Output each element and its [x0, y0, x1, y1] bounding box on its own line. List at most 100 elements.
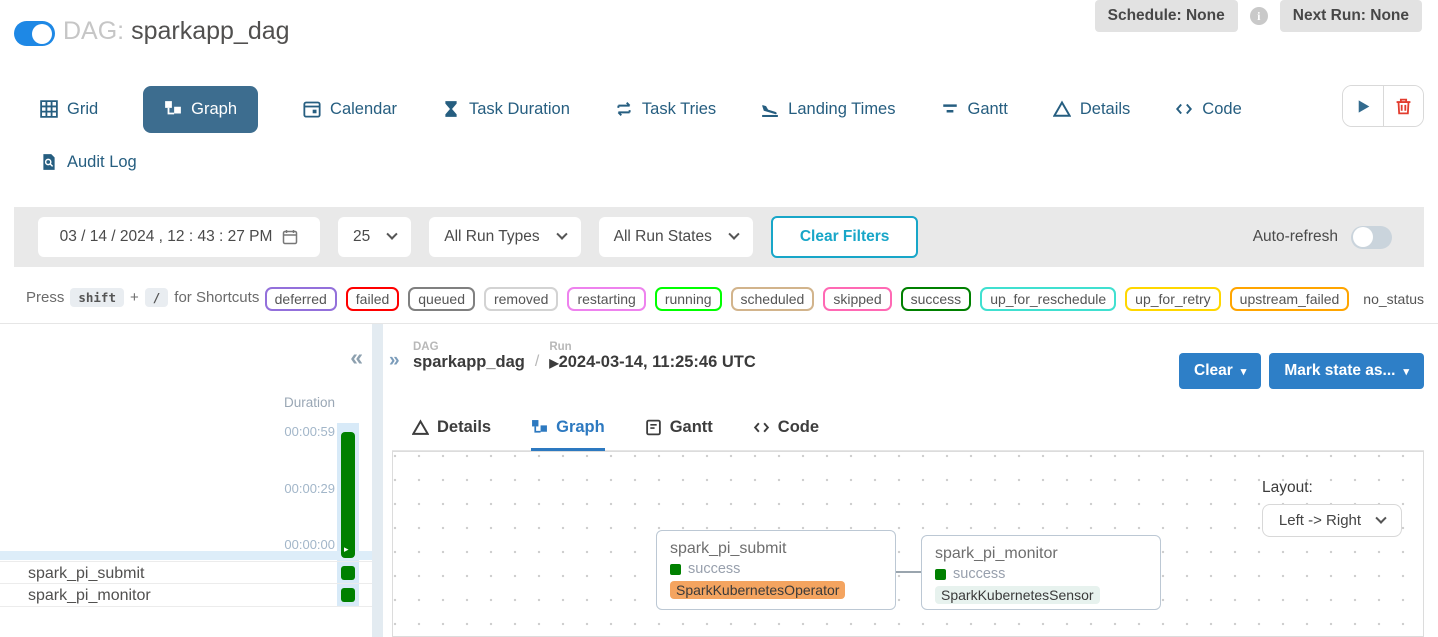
state-badge-running[interactable]: running — [655, 287, 722, 311]
clear-run-button[interactable]: Clear▾ — [1179, 353, 1261, 389]
state-badge-scheduled[interactable]: scheduled — [731, 287, 815, 311]
layout-select[interactable]: Left -> Right — [1262, 504, 1402, 537]
state-badge-success[interactable]: success — [901, 287, 972, 311]
info-icon[interactable]: i — [1250, 7, 1268, 25]
dag-enabled-toggle[interactable] — [14, 21, 55, 46]
layout-label: Layout: — [1262, 479, 1402, 497]
run-actions: Clear▾ Mark state as...▾ — [1179, 353, 1424, 389]
graph-node-spark-pi-submit[interactable]: spark_pi_submit success SparkKubernetesO… — [656, 530, 896, 610]
tab-landing-times[interactable]: Landing Times — [761, 100, 895, 119]
page-size-select[interactable]: 25 — [338, 217, 411, 257]
code-icon — [753, 419, 770, 436]
run-tab-code[interactable]: Code — [753, 405, 819, 450]
run-types-value: All Run Types — [444, 228, 539, 246]
task-row[interactable]: spark_pi_submit — [0, 561, 372, 584]
expand-icon[interactable]: » — [389, 350, 400, 372]
collapse-sidebar-icon[interactable]: « — [350, 346, 363, 369]
shortcut-hint: Press shift + / for Shortcuts — [26, 288, 259, 307]
operator-badge: SparkKubernetesOperator — [670, 581, 845, 599]
tab-task-tries[interactable]: Task Tries — [615, 100, 716, 119]
clear-filters-button[interactable]: Clear Filters — [771, 216, 919, 258]
node-title: spark_pi_submit — [670, 540, 882, 558]
tab-calendar[interactable]: Calendar — [303, 100, 397, 119]
dag-run-duration-bar[interactable]: ▸ — [341, 432, 355, 558]
trash-icon — [1395, 98, 1412, 115]
breadcrumb-run-label: Run — [549, 341, 755, 353]
state-badge-up-for-retry[interactable]: up_for_retry — [1125, 287, 1220, 311]
task-name[interactable]: spark_pi_submit — [28, 565, 145, 582]
operator-badge: SparkKubernetesSensor — [935, 586, 1100, 604]
task-edge — [895, 571, 921, 573]
trigger-dag-button[interactable] — [1343, 86, 1383, 126]
grid-icon — [40, 100, 58, 118]
run-tab-gantt[interactable]: Gantt — [645, 405, 713, 450]
state-legend: deferred failed queued removed restartin… — [265, 287, 1424, 311]
tab-details[interactable]: Details — [1053, 100, 1130, 119]
tab-label: Code — [778, 418, 819, 437]
run-marker-icon: ▸ — [344, 544, 349, 555]
tab-gantt[interactable]: Gantt — [941, 100, 1008, 119]
breadcrumb-separator: / — [535, 353, 539, 372]
tab-audit-log[interactable]: Audit Log — [40, 153, 137, 172]
state-badge-deferred[interactable]: deferred — [265, 287, 337, 311]
state-badge-upstream-failed[interactable]: upstream_failed — [1230, 287, 1350, 311]
node-state-label: success — [953, 566, 1005, 582]
breadcrumb-run-value[interactable]: ▶2024-03-14, 11:25:46 UTC — [549, 353, 755, 372]
header-badges: Schedule: None i Next Run: None — [1095, 0, 1422, 32]
run-detail-panel: » DAG sparkapp_dag / Run ▶2024-03-14, 11… — [383, 324, 1438, 637]
auto-refresh-label: Auto-refresh — [1253, 228, 1338, 246]
success-square-icon — [935, 569, 946, 580]
calendar-picker-icon[interactable] — [282, 229, 298, 245]
tab-task-duration[interactable]: Task Duration — [442, 100, 570, 119]
calendar-icon — [303, 100, 321, 118]
tab-code[interactable]: Code — [1175, 100, 1241, 119]
run-types-select[interactable]: All Run Types — [429, 217, 580, 257]
breadcrumb-dag-name[interactable]: sparkapp_dag — [413, 353, 525, 372]
task-row[interactable]: spark_pi_monitor — [0, 584, 372, 607]
toggle-knob — [1353, 227, 1373, 247]
code-icon — [1175, 100, 1193, 118]
tab-label: Graph — [191, 100, 237, 119]
state-badge-failed[interactable]: failed — [346, 287, 399, 311]
graph-node-spark-pi-monitor[interactable]: spark_pi_monitor success SparkKubernetes… — [921, 535, 1161, 610]
tab-label: Graph — [556, 418, 605, 437]
tab-graph[interactable]: Graph — [143, 86, 258, 133]
state-badge-restarting[interactable]: restarting — [567, 287, 645, 311]
tab-label: Code — [1202, 100, 1241, 119]
node-state-label: success — [688, 561, 740, 577]
toggle-knob — [32, 24, 52, 44]
no-status-label: no_status — [1363, 291, 1424, 307]
task-instance-success-square[interactable] — [341, 588, 355, 602]
dag-name: sparkapp_dag — [131, 17, 289, 45]
tab-label: Calendar — [330, 100, 397, 119]
run-play-icon: ▶ — [549, 356, 558, 370]
task-name[interactable]: spark_pi_monitor — [28, 587, 151, 604]
state-badge-skipped[interactable]: skipped — [823, 287, 891, 311]
caret-down-icon: ▾ — [1403, 365, 1409, 378]
run-tab-graph[interactable]: Graph — [531, 406, 605, 451]
state-badge-up-for-reschedule[interactable]: up_for_reschedule — [980, 287, 1116, 311]
delete-dag-button[interactable] — [1383, 86, 1423, 126]
auto-refresh-toggle[interactable] — [1351, 226, 1392, 249]
state-badge-queued[interactable]: queued — [408, 287, 475, 311]
graph-canvas[interactable]: Layout: Left -> Right spark_pi_submit su… — [392, 451, 1424, 637]
tab-grid[interactable]: Grid — [40, 100, 98, 119]
chevron-down-icon — [1375, 512, 1386, 523]
audit-log-icon — [40, 153, 58, 171]
base-date-input[interactable]: 03 / 14 / 2024 , 12 : 43 : 27 PM — [38, 217, 320, 257]
triangle-icon — [412, 419, 429, 436]
next-run-badge: Next Run: None — [1280, 0, 1422, 32]
layout-control: Layout: Left -> Right — [1262, 479, 1402, 537]
tab-label: Details — [1080, 100, 1130, 119]
layout-value: Left -> Right — [1279, 512, 1361, 529]
run-tab-details[interactable]: Details — [412, 405, 491, 450]
mark-state-button[interactable]: Mark state as...▾ — [1269, 353, 1424, 389]
success-square-icon — [670, 564, 681, 575]
panel-resize-handle[interactable] — [372, 324, 383, 637]
run-states-select[interactable]: All Run States — [599, 217, 753, 257]
state-badge-removed[interactable]: removed — [484, 287, 558, 311]
tab-label: Audit Log — [67, 153, 137, 172]
repeat-icon — [615, 100, 633, 118]
dag-label: DAG: — [63, 17, 124, 45]
task-instance-success-square[interactable] — [341, 566, 355, 580]
